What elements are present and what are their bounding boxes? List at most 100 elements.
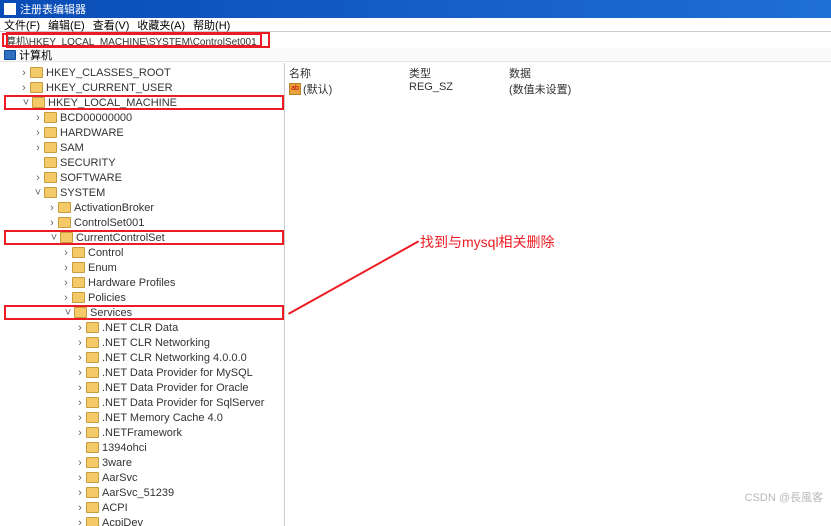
string-value-icon: ab: [289, 83, 301, 95]
tree-item[interactable]: ›BCD00000000: [4, 110, 284, 125]
tree-item[interactable]: ›Enum: [4, 260, 284, 275]
folder-icon: [86, 337, 99, 348]
tree-item[interactable]: ›.NET CLR Networking 4.0.0.0: [4, 350, 284, 365]
tree-item[interactable]: ›3ware: [4, 455, 284, 470]
tree-item-label: .NET CLR Data: [102, 322, 178, 334]
computer-icon: [4, 50, 16, 60]
tree-item-label: Hardware Profiles: [88, 277, 175, 289]
chevron-right-icon[interactable]: ›: [74, 367, 86, 379]
chevron-right-icon[interactable]: ›: [32, 127, 44, 139]
chevron-right-icon[interactable]: ›: [74, 337, 86, 349]
tree-item[interactable]: ˅ SYSTEM: [4, 185, 284, 200]
chevron-right-icon[interactable]: ›: [74, 517, 86, 526]
chevron-right-icon[interactable]: ›: [60, 292, 72, 304]
tree-item[interactable]: › Hardware Profiles: [4, 275, 284, 290]
folder-icon: [86, 472, 99, 483]
chevron-right-icon[interactable]: ›: [74, 502, 86, 514]
tree-item[interactable]: › AcpiDev: [4, 515, 284, 526]
tree-item[interactable]: ›AarSvc_51239: [4, 485, 284, 500]
chevron-right-icon[interactable]: ›: [60, 262, 72, 274]
folder-icon: [86, 397, 99, 408]
tree-item[interactable]: ›.NET Data Provider for MySQL: [4, 365, 284, 380]
chevron-right-icon[interactable]: ›: [74, 412, 86, 424]
tree-item[interactable]: 1394ohci: [4, 440, 284, 455]
menubar[interactable]: 文件(F) 编辑(E) 查看(V) 收藏夹(A) 帮助(H): [0, 18, 831, 32]
folder-icon: [32, 97, 45, 108]
values-header: 名称 类型 数据: [289, 65, 827, 81]
chevron-right-icon[interactable]: ›: [18, 82, 30, 94]
tree-item[interactable]: ˅ Services: [4, 305, 284, 320]
tree-item[interactable]: ›.NETFramework: [4, 425, 284, 440]
chevron-right-icon[interactable]: ›: [74, 487, 86, 499]
tree-item-label: SYSTEM: [60, 187, 105, 199]
tree-item-label: SAM: [60, 142, 84, 154]
tree-item-label: .NET Memory Cache 4.0: [102, 412, 223, 424]
col-type[interactable]: 类型: [409, 65, 509, 81]
titlebar: 注册表编辑器: [0, 0, 831, 18]
chevron-down-icon[interactable]: ˅: [32, 187, 44, 199]
chevron-right-icon[interactable]: ›: [46, 202, 58, 214]
values-pane[interactable]: 名称 类型 数据 ab (默认) REG_SZ (数值未设置): [285, 63, 831, 526]
menu-view[interactable]: 查看(V): [93, 17, 130, 33]
chevron-right-icon[interactable]: ›: [74, 397, 86, 409]
chevron-right-icon[interactable]: ›: [74, 427, 86, 439]
chevron-right-icon[interactable]: ›: [46, 217, 58, 229]
registry-tree[interactable]: ›HKEY_CLASSES_ROOT›HKEY_CURRENT_USER˅HKE…: [0, 63, 285, 526]
chevron-right-icon[interactable]: ›: [60, 247, 72, 259]
chevron-right-icon[interactable]: ›: [32, 142, 44, 154]
chevron-right-icon[interactable]: ›: [74, 352, 86, 364]
chevron-right-icon[interactable]: ›: [60, 277, 72, 289]
chevron-down-icon[interactable]: ˅: [62, 307, 74, 319]
tree-item-label: 1394ohci: [102, 442, 147, 454]
chevron-right-icon[interactable]: ›: [32, 112, 44, 124]
address-bar: [0, 32, 831, 48]
tree-item[interactable]: › .NET CLR Data: [4, 320, 284, 335]
tree-root-row[interactable]: 计算机: [0, 48, 831, 62]
folder-icon: [86, 352, 99, 363]
tree-item[interactable]: ›ControlSet001: [4, 215, 284, 230]
tree-item-label: Policies: [88, 292, 126, 304]
tree-item[interactable]: ›HARDWARE: [4, 125, 284, 140]
chevron-right-icon[interactable]: ›: [74, 457, 86, 469]
tree-item-label: .NET Data Provider for Oracle: [102, 382, 249, 394]
path-input[interactable]: [2, 33, 262, 47]
chevron-right-icon[interactable]: ›: [18, 67, 30, 79]
tree-item-label: Services: [90, 307, 132, 319]
tree-item[interactable]: ›Control: [4, 245, 284, 260]
tree-item[interactable]: ›ACPI: [4, 500, 284, 515]
chevron-right-icon[interactable]: ›: [74, 322, 86, 334]
col-data[interactable]: 数据: [509, 65, 629, 81]
tree-item[interactable]: ›SOFTWARE: [4, 170, 284, 185]
tree-item[interactable]: ›AarSvc: [4, 470, 284, 485]
chevron-right-icon[interactable]: ›: [74, 472, 86, 484]
folder-icon: [30, 67, 43, 78]
tree-item[interactable]: SECURITY: [4, 155, 284, 170]
tree-item[interactable]: ›HKEY_CLASSES_ROOT: [4, 65, 284, 80]
chevron-right-icon[interactable]: ›: [74, 382, 86, 394]
tree-item[interactable]: ›ActivationBroker: [4, 200, 284, 215]
tree-item[interactable]: › .NET Data Provider for SqlServer: [4, 395, 284, 410]
chevron-down-icon[interactable]: ˅: [48, 232, 60, 244]
value-name: (默认): [303, 81, 332, 97]
chevron-down-icon[interactable]: ˅: [20, 97, 32, 109]
menu-file[interactable]: 文件(F): [4, 17, 40, 33]
tree-item-label: .NET Data Provider for SqlServer: [102, 397, 264, 409]
menu-help[interactable]: 帮助(H): [193, 17, 230, 33]
menu-edit[interactable]: 编辑(E): [48, 17, 85, 33]
tree-item[interactable]: › SAM: [4, 140, 284, 155]
tree-item[interactable]: › Policies: [4, 290, 284, 305]
folder-icon: [58, 202, 71, 213]
tree-item[interactable]: ˅ CurrentControlSet: [4, 230, 284, 245]
tree-item-label: CurrentControlSet: [76, 232, 165, 244]
value-row[interactable]: ab (默认) REG_SZ (数值未设置): [289, 81, 827, 97]
chevron-right-icon[interactable]: ›: [32, 172, 44, 184]
menu-fav[interactable]: 收藏夹(A): [137, 17, 185, 33]
tree-item[interactable]: ›HKEY_CURRENT_USER: [4, 80, 284, 95]
tree-item[interactable]: › .NET Memory Cache 4.0: [4, 410, 284, 425]
tree-item-label: AcpiDev: [102, 517, 143, 526]
tree-item[interactable]: › .NET Data Provider for Oracle: [4, 380, 284, 395]
tree-item[interactable]: ˅HKEY_LOCAL_MACHINE: [4, 95, 284, 110]
tree-item[interactable]: ›.NET CLR Networking: [4, 335, 284, 350]
col-name[interactable]: 名称: [289, 65, 409, 81]
folder-icon: [86, 322, 99, 333]
